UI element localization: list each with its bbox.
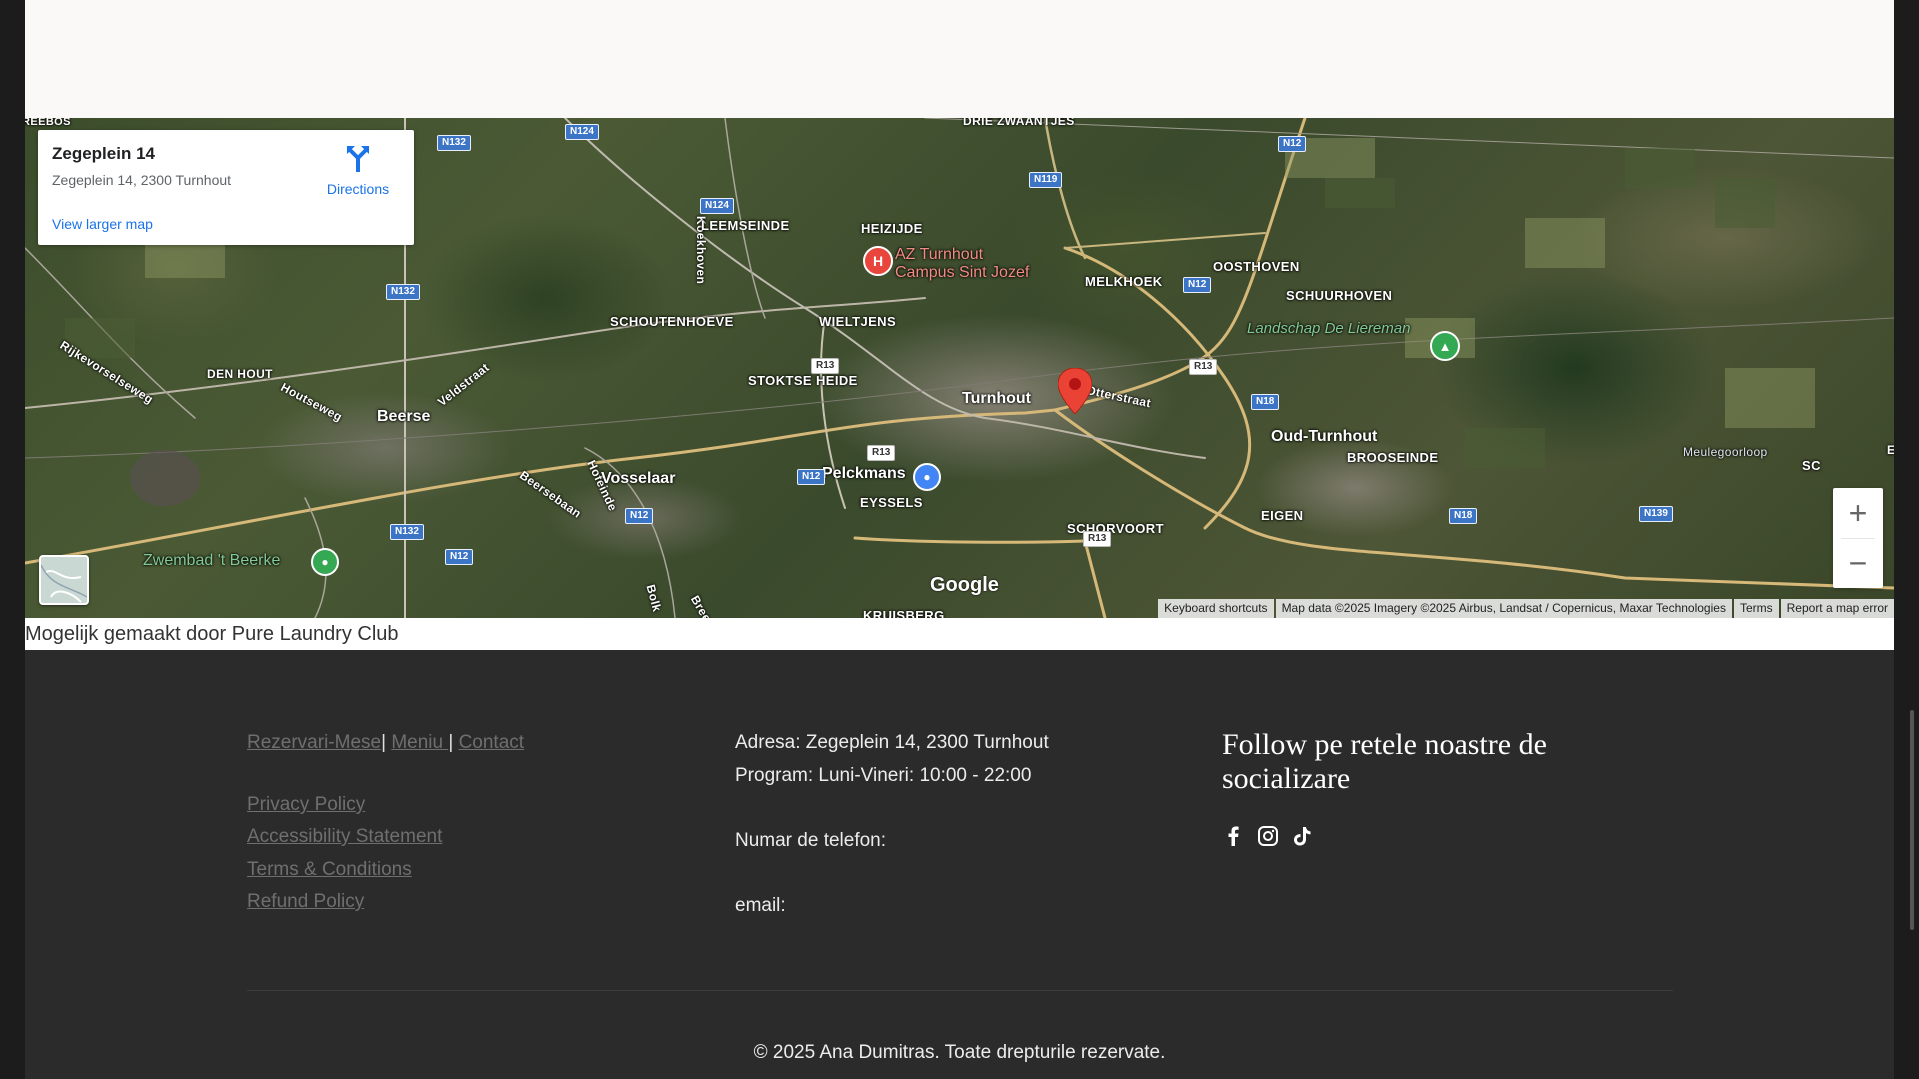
google-logo: Google: [930, 574, 999, 596]
map-data-text: Map data ©2025 Imagery ©2025 Airbus, Lan…: [1275, 599, 1732, 618]
footer-divider: [247, 990, 1673, 991]
map-label: AZ Turnhout: [895, 246, 984, 263]
road-shield: R13: [1189, 359, 1218, 375]
map-label: LEEMSEINDE: [701, 218, 790, 233]
place-title: Zegeplein 14: [52, 144, 155, 163]
page-scrollbar[interactable]: [1910, 710, 1914, 930]
contact-program: Program: Luni-Vineri: 10:00 - 22:00: [735, 765, 1032, 786]
road-shield: N132: [390, 524, 424, 540]
map-label: STOKTSE HEIDE: [748, 373, 858, 388]
park-marker[interactable]: ▲: [1430, 331, 1460, 361]
contact-email: email:: [735, 895, 786, 916]
location-pin-icon[interactable]: [1058, 368, 1092, 414]
map-label: SCHOUTENHOEVE: [610, 314, 734, 329]
keyboard-shortcuts-link[interactable]: Keyboard shortcuts: [1158, 599, 1274, 618]
directions-label: Directions: [326, 181, 390, 197]
road-shield: R13: [867, 445, 896, 461]
map-label: Zwembad 't Beerke: [143, 552, 281, 569]
road-shield: N18: [1449, 508, 1478, 524]
road-shield: N12: [445, 549, 474, 565]
contact-phone: Numar de telefon:: [735, 830, 887, 851]
map-label: OOSTHOVEN: [1213, 259, 1300, 274]
road-shield: N12: [1183, 277, 1212, 293]
copyright-text: © 2025 Ana Dumitras. Toate drepturile re…: [753, 1042, 1166, 1063]
directions-button[interactable]: Directions: [323, 144, 393, 197]
map-label: Meulegoorloop: [1683, 445, 1768, 459]
road-shield: N119: [1029, 172, 1063, 188]
footer-nav: Rezervari-Mese| Meniu | Contact: [247, 732, 524, 754]
instagram-icon[interactable]: [1257, 825, 1279, 847]
privacy-policy-link[interactable]: Privacy Policy: [247, 794, 365, 816]
pool-marker[interactable]: ●: [311, 548, 339, 576]
refund-policy-link[interactable]: Refund Policy: [247, 891, 364, 913]
view-larger-map-link[interactable]: View larger map: [52, 216, 153, 232]
map-label: BROOSEINDE: [1347, 450, 1439, 465]
road-shield: N124: [700, 198, 734, 214]
map-label: Campus Sint Jozef: [895, 264, 1030, 281]
map-label: WIELTJENS: [819, 314, 897, 329]
road-shield: R13: [1083, 531, 1112, 547]
footer-link-rezervari[interactable]: Rezervari-Mese: [247, 732, 381, 753]
map-label: Beerse: [377, 408, 431, 425]
road-shield: R13: [811, 358, 840, 374]
accessibility-statement-link[interactable]: Accessibility Statement: [247, 826, 442, 848]
map-label: Oud-Turnhout: [1271, 428, 1378, 445]
map-label: E: [1887, 443, 1894, 457]
road-shield: N12: [797, 469, 826, 485]
nav-separator: |: [448, 732, 454, 753]
map-label: SCHUURHOVEN: [1286, 288, 1393, 303]
road-shield: N18: [1251, 394, 1280, 410]
facebook-icon[interactable]: [1222, 825, 1244, 847]
map-label: SC: [1802, 458, 1821, 473]
map-attribution: Keyboard shortcuts Map data ©2025 Imager…: [1156, 599, 1894, 618]
map-label: EYSSELS: [860, 495, 923, 510]
map-label: KRUISBERG: [863, 608, 945, 618]
map-label: Turnhout: [962, 390, 1032, 407]
hospital-marker[interactable]: H: [863, 246, 893, 276]
nav-separator: |: [381, 732, 387, 753]
tiktok-icon[interactable]: [1291, 825, 1313, 847]
page: REEBOS DRIE ZWAANTJES Koekhoven LEEMSEIN…: [25, 0, 1894, 1079]
footer-link-meniu[interactable]: Meniu: [391, 732, 448, 753]
map-label: REEBOS: [25, 118, 71, 128]
report-error-link[interactable]: Report a map error: [1780, 599, 1894, 618]
top-band: [25, 0, 1894, 118]
road-shield: N132: [386, 284, 420, 300]
road-shield: N132: [437, 135, 471, 151]
map-label: Vosselaar: [601, 470, 676, 487]
map-label: EIGEN: [1261, 508, 1304, 523]
place-address: Zegeplein 14, 2300 Turnhout: [52, 172, 232, 188]
map-label: Landschap De Liereman: [1247, 320, 1411, 337]
embedded-map[interactable]: REEBOS DRIE ZWAANTJES Koekhoven LEEMSEIN…: [25, 118, 1894, 618]
map-thumbnail-icon: [41, 564, 87, 603]
zoom-out-button[interactable]: −: [1833, 538, 1883, 588]
map-label: SCHORVOORT: [1067, 521, 1164, 536]
terms-link[interactable]: Terms: [1733, 599, 1779, 618]
map-label: MELKHOEK: [1085, 274, 1163, 289]
road-shield: N12: [625, 508, 654, 524]
follow-heading: Follow pe retele noastre de socializare: [1222, 728, 1547, 795]
terms-conditions-link[interactable]: Terms & Conditions: [247, 859, 412, 881]
contact-address: Adresa: Zegeplein 14, 2300 Turnhout: [735, 732, 1049, 753]
powered-by-caption: Mogelijk gemaakt door Pure Laundry Club: [25, 623, 399, 645]
directions-icon: [347, 146, 369, 172]
shop-marker[interactable]: ●: [913, 463, 941, 491]
footer-link-contact[interactable]: Contact: [459, 732, 524, 753]
road-shield: N12: [1278, 136, 1307, 152]
map-label: DRIE ZWAANTJES: [963, 118, 1075, 128]
map-layer-toggle[interactable]: [39, 555, 89, 605]
map-label: DEN HOUT: [207, 367, 273, 381]
zoom-controls: + −: [1833, 488, 1883, 588]
road-shield: N139: [1639, 506, 1673, 522]
map-label: Pelckmans: [822, 465, 906, 482]
zoom-in-button[interactable]: +: [1833, 488, 1883, 538]
road-shield: N124: [565, 124, 599, 140]
map-info-card: Zegeplein 14 Zegeplein 14, 2300 Turnhout…: [38, 130, 414, 245]
map-label: HEIZIJDE: [861, 221, 923, 236]
zoom-divider: [1841, 538, 1875, 539]
